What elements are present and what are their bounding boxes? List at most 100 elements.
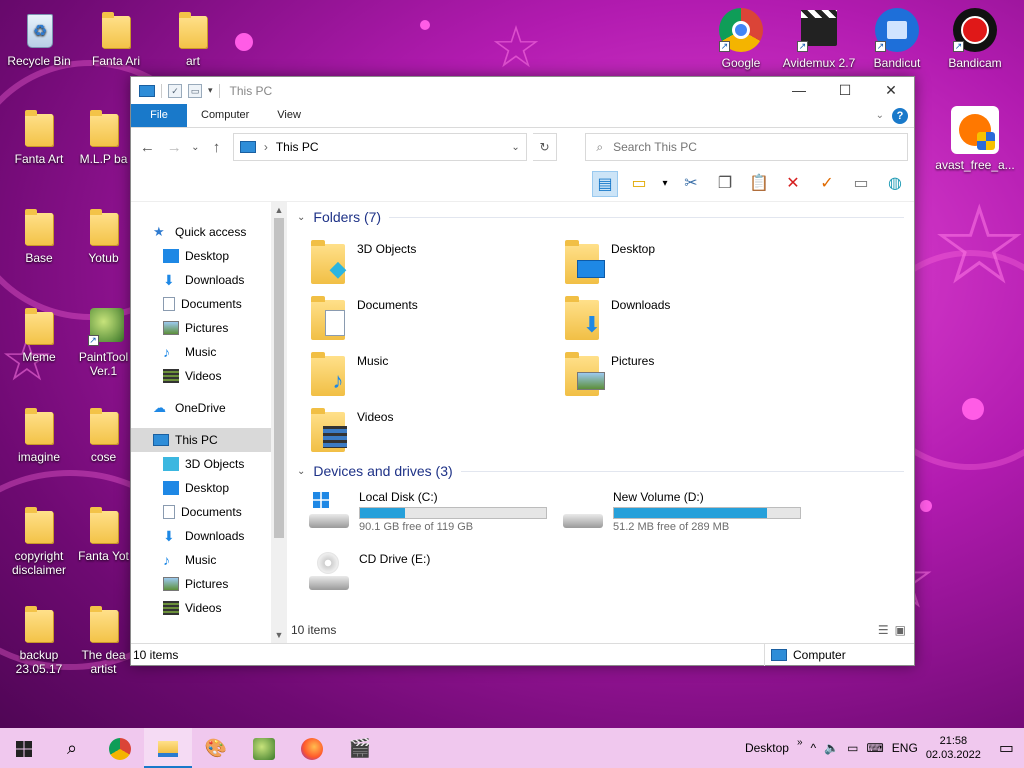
desktop-icon-fanta-ari[interactable]: Fanta Ari [77, 10, 155, 68]
desktop-icon-bandicam[interactable]: ↗ Bandicam [936, 8, 1014, 70]
folder-tile-videos[interactable]: Videos [311, 400, 565, 456]
details-view-icon[interactable]: ☰ [878, 623, 889, 637]
desktop-icon-meme[interactable]: Meme [0, 306, 78, 364]
delete-icon[interactable]: ✕ [780, 171, 806, 197]
taskbar-painttool[interactable] [240, 728, 288, 768]
search-input[interactable] [613, 140, 894, 154]
address-bar[interactable]: › This PC ⌄ [232, 133, 527, 161]
sidebar-item-pc-desktop[interactable]: Desktop [131, 476, 287, 500]
desktop-icon-painttool[interactable]: ↗ PaintTool Ver.1 [77, 306, 130, 378]
sidebar-item-pictures[interactable]: Pictures ✦ [131, 316, 287, 340]
desktop-icon-yotub[interactable]: Yotub [77, 207, 130, 265]
volume-icon[interactable]: 🔈 [824, 741, 839, 755]
start-button[interactable] [0, 728, 48, 768]
folders-group-header[interactable]: ⌄ Folders (7) [297, 202, 914, 232]
desktop-icon-bandicut[interactable]: ↗ Bandicut [858, 8, 936, 70]
folder-tile-music[interactable]: ♪ Music [311, 344, 565, 400]
folder-tile-3d-objects[interactable]: ◆ 3D Objects [311, 232, 565, 288]
desktop-icon-fanta-yot[interactable]: Fanta Yot [77, 505, 130, 563]
customize-quick-access-icon[interactable]: ▾ [208, 85, 213, 96]
desktop-icon-google[interactable]: ↗ Google [702, 8, 780, 70]
show-hidden-icons-icon[interactable]: ^ [811, 741, 817, 755]
folder-tile-downloads[interactable]: ⬇ Downloads [565, 288, 819, 344]
cut-icon[interactable]: ✂ [678, 171, 704, 197]
desktop-icon-the-dea-artist[interactable]: The dea artist [77, 604, 130, 676]
network-icon[interactable]: ▭ [847, 741, 858, 755]
sidebar-item-this-pc[interactable]: This PC [131, 428, 287, 452]
minimize-button[interactable]: — [776, 77, 822, 104]
tab-view[interactable]: View [263, 104, 315, 127]
folder-tile-desktop[interactable]: Desktop [565, 232, 819, 288]
tab-computer[interactable]: Computer [187, 104, 263, 127]
scroll-down-icon[interactable]: ▼ [271, 627, 287, 643]
sidebar-item-pc-downloads[interactable]: ⬇ Downloads [131, 524, 287, 548]
search-button[interactable]: ⌕ [48, 728, 96, 768]
drive-tile-c[interactable]: Local Disk (C:) 90.1 GB free of 119 GB [307, 486, 561, 548]
sidebar-item-pc-pictures[interactable]: Pictures [131, 572, 287, 596]
forward-button[interactable]: → [164, 139, 185, 156]
desktop-icon-base[interactable]: Base [0, 207, 78, 265]
language-indicator[interactable]: ENG [892, 741, 918, 755]
sidebar-item-videos[interactable]: Videos [131, 364, 287, 388]
scrollbar-thumb[interactable] [274, 218, 284, 538]
dropdown-icon[interactable]: ▾ [660, 171, 670, 197]
refresh-button[interactable]: ↻ [532, 133, 558, 161]
preview-pane-icon[interactable]: ▤ [592, 170, 618, 197]
recent-locations-button[interactable]: ⌄ [191, 142, 200, 153]
desktop-icon-mlp[interactable]: M.L.P ba [77, 108, 130, 166]
search-box[interactable]: ⌕ [585, 133, 908, 161]
new-folder-icon[interactable]: ▭ [626, 171, 652, 197]
rename-icon[interactable]: ✓ [814, 171, 840, 197]
desktop-icon-cose[interactable]: cose [77, 406, 130, 464]
scroll-up-icon[interactable]: ▲ [271, 202, 287, 218]
paste-icon[interactable]: 📋 [746, 171, 772, 197]
large-icons-view-icon[interactable]: ▣ [895, 623, 906, 637]
clock[interactable]: 21:58 02.03.2022 [926, 734, 981, 762]
tab-file[interactable]: File [131, 104, 187, 127]
desktop-icon-fanta-art[interactable]: Fanta Art [0, 108, 78, 166]
taskbar-firefox[interactable] [288, 728, 336, 768]
sidebar-item-documents[interactable]: Documents ✦ [131, 292, 287, 316]
desktop-toolbar-label[interactable]: Desktop [745, 741, 789, 755]
properties-quick-icon[interactable]: ✓ [168, 83, 182, 98]
address-dropdown-icon[interactable]: ⌄ [511, 142, 519, 153]
sidebar-item-music[interactable]: ♪ Music [131, 340, 287, 364]
maximize-button[interactable]: ☐ [822, 77, 868, 104]
sidebar-item-pc-music[interactable]: ♪ Music [131, 548, 287, 572]
drive-tile-e[interactable]: CD Drive (E:) [307, 548, 561, 610]
sidebar-item-pc-documents[interactable]: Documents [131, 500, 287, 524]
taskbar-file-explorer[interactable] [144, 728, 192, 768]
sidebar-item-onedrive[interactable]: ☁ OneDrive [131, 396, 287, 420]
globe-icon[interactable]: ◍ [882, 171, 908, 197]
desktop-icon-copyright-disclaimer[interactable]: copyright disclaimer [0, 505, 78, 577]
sidebar-item-3d-objects[interactable]: 3D Objects [131, 452, 287, 476]
desktop-icon-imagine[interactable]: imagine [0, 406, 78, 464]
new-folder-quick-icon[interactable]: ▭ [188, 83, 202, 98]
desktop-icon-recycle-bin[interactable]: ♻ Recycle Bin [0, 10, 78, 68]
copy-icon[interactable]: ❐ [712, 171, 738, 197]
desktop-icon-avidemux[interactable]: ↗ Avidemux 2.7 [780, 8, 858, 70]
up-button[interactable]: ↑ [206, 139, 227, 156]
keyboard-icon[interactable]: ⌨ [866, 741, 883, 755]
desktop-icon-avast[interactable]: avast_free_a... [932, 106, 1018, 172]
desktop-icon-art[interactable]: art [154, 10, 232, 68]
sidebar-item-pc-videos[interactable]: Videos [131, 596, 287, 620]
desktop-icon-backup[interactable]: backup 23.05.17 [0, 604, 78, 676]
drives-group-header[interactable]: ⌄ Devices and drives (3) [297, 456, 914, 486]
title-bar[interactable]: ✓ ▭ ▾ This PC — ☐ ✕ [131, 77, 914, 104]
sidebar-item-downloads[interactable]: ⬇ Downloads ✦ [131, 268, 287, 292]
back-button[interactable]: ← [137, 139, 158, 156]
taskbar-avidemux[interactable]: 🎬 [336, 728, 384, 768]
folder-tile-pictures[interactable]: Pictures [565, 344, 819, 400]
expand-ribbon-icon[interactable]: ⌄ [876, 110, 884, 121]
help-icon[interactable]: ? [892, 107, 908, 124]
taskbar-paint[interactable]: 🎨 [192, 728, 240, 768]
sidebar-item-desktop[interactable]: Desktop ✦ [131, 244, 287, 268]
drive-tile-d[interactable]: New Volume (D:) 51.2 MB free of 289 MB [561, 486, 815, 548]
navigation-scrollbar[interactable]: ▲ ▼ [271, 202, 287, 643]
properties-icon[interactable]: ▭ [848, 171, 874, 197]
taskbar-chrome[interactable] [96, 728, 144, 768]
folder-tile-documents[interactable]: Documents [311, 288, 565, 344]
toolbar-expand-icon[interactable]: » [797, 737, 803, 748]
sidebar-item-quick-access[interactable]: ★ Quick access [131, 220, 287, 244]
